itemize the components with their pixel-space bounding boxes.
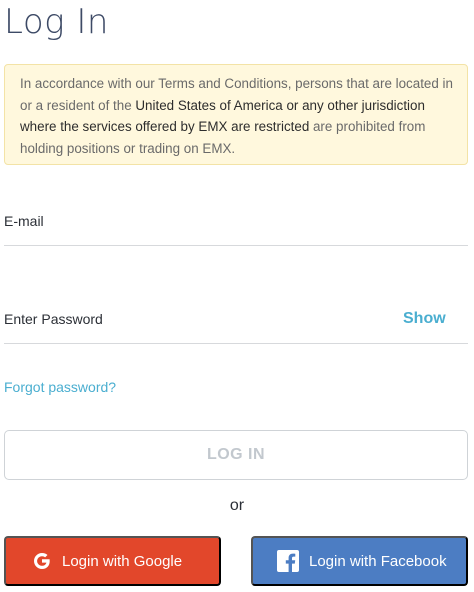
facebook-button-label: Login with Facebook [309, 552, 447, 570]
forgot-password-link[interactable]: Forgot password? [4, 379, 116, 395]
jurisdiction-notice: In accordance with our Terms and Conditi… [4, 64, 468, 165]
page-title: Log In [4, 2, 109, 42]
password-label: Enter Password [4, 311, 103, 327]
login-button[interactable]: LOG IN [4, 430, 468, 480]
password-underline [4, 343, 468, 344]
email-field[interactable] [4, 205, 468, 245]
google-g-icon [32, 551, 52, 571]
show-password-button[interactable]: Show [403, 310, 446, 328]
login-with-google-button[interactable]: Login with Google [4, 536, 221, 586]
google-button-label: Login with Google [62, 552, 183, 570]
facebook-f-icon [277, 550, 299, 572]
login-with-facebook-button[interactable]: Login with Facebook [251, 536, 468, 586]
or-separator: or [229, 497, 245, 514]
email-underline [4, 245, 468, 246]
